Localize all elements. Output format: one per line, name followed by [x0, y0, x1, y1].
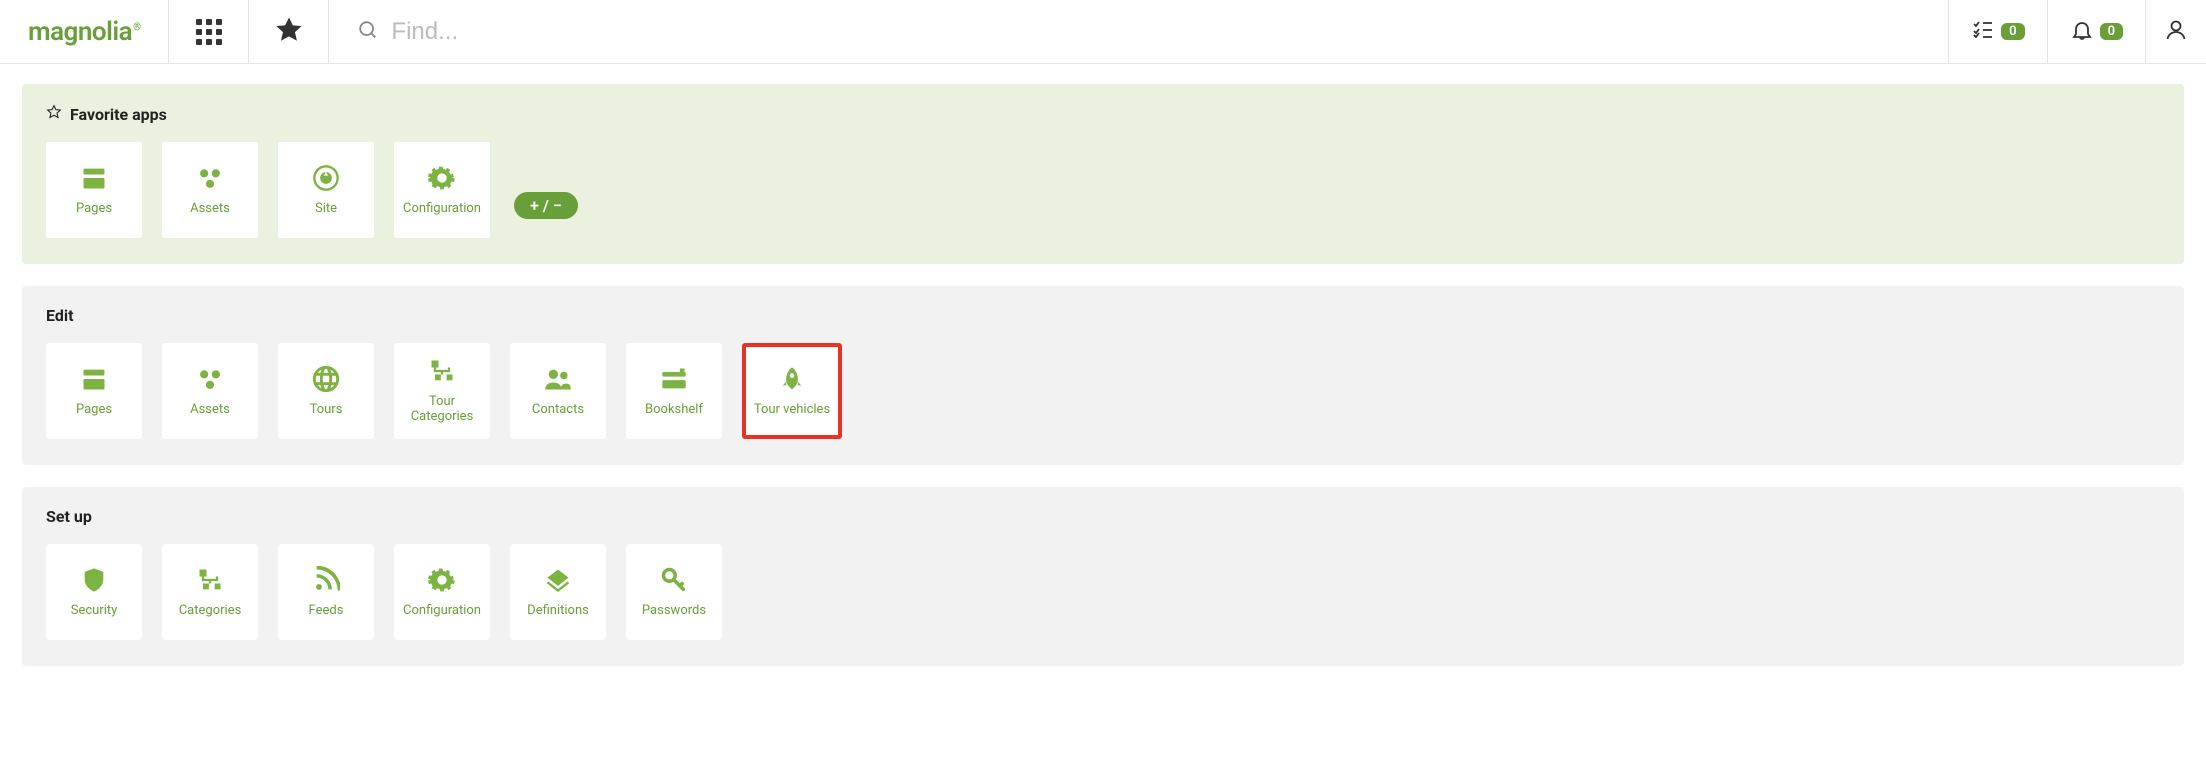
app-tile-label: Tour Categories: [398, 395, 486, 425]
user-button[interactable]: [2145, 0, 2206, 63]
app-header: magnolia® 0 0: [0, 0, 2206, 64]
app-tile-label: Pages: [76, 202, 112, 217]
star-outline-icon: [46, 104, 62, 124]
rss-icon: [312, 566, 340, 594]
pages-icon: [80, 365, 108, 393]
apps-grid-button[interactable]: [168, 0, 248, 63]
edit-section: Edit Pages Assets Tours Tour Categories …: [22, 286, 2184, 465]
app-tile-label: Categories: [179, 604, 242, 619]
app-tile-label: Tour vehicles: [754, 403, 830, 418]
gear-icon: [428, 164, 456, 192]
search-area: [328, 0, 1948, 63]
app-tile-pages[interactable]: Pages: [46, 142, 142, 238]
setup-section: Set up Security Categories Feeds Configu…: [22, 487, 2184, 666]
setup-title: Set up: [46, 507, 92, 526]
app-tile-label: Configuration: [403, 202, 481, 217]
app-tile-tour-categories[interactable]: Tour Categories: [394, 343, 490, 439]
app-launcher: Favorite apps Pages Assets Site Configur…: [0, 64, 2206, 708]
app-tile-label: Tours: [310, 403, 343, 418]
search-input[interactable]: [389, 17, 789, 47]
tasks-icon: [1971, 18, 1995, 46]
categories-icon: [428, 357, 456, 385]
assets-icon: [196, 164, 224, 192]
app-tile-label: Assets: [190, 403, 230, 418]
definitions-icon: [544, 566, 572, 594]
edit-favorites-button[interactable]: + / −: [514, 192, 578, 219]
app-tile-label: Security: [71, 604, 118, 619]
shield-icon: [80, 566, 108, 594]
favorites-tiles: Pages Assets Site Configuration + / −: [46, 142, 2160, 238]
app-tile-security[interactable]: Security: [46, 544, 142, 640]
edit-header: Edit: [46, 306, 2160, 325]
app-tile-label: Contacts: [532, 403, 584, 418]
app-tile-configuration[interactable]: Configuration: [394, 544, 490, 640]
favorites-title: Favorite apps: [70, 105, 167, 124]
header-right: 0 0: [1948, 0, 2206, 63]
app-tile-bookshelf[interactable]: Bookshelf: [626, 343, 722, 439]
categories-icon: [196, 566, 224, 594]
app-tile-label: Pages: [76, 403, 112, 418]
app-tile-contacts[interactable]: Contacts: [510, 343, 606, 439]
setup-tiles: Security Categories Feeds Configuration …: [46, 544, 2160, 640]
search-icon: [357, 19, 389, 45]
app-tile-assets[interactable]: Assets: [162, 142, 258, 238]
tasks-count: 0: [2001, 23, 2024, 40]
app-tile-label: Bookshelf: [645, 403, 703, 418]
app-tile-configuration[interactable]: Configuration: [394, 142, 490, 238]
notifications-button[interactable]: 0: [2047, 0, 2145, 63]
globe-icon: [312, 365, 340, 393]
app-tile-label: Definitions: [527, 604, 589, 619]
tasks-button[interactable]: 0: [1948, 0, 2046, 63]
logo[interactable]: magnolia®: [0, 0, 168, 63]
edit-title: Edit: [46, 306, 74, 325]
app-tile-label: Passwords: [642, 604, 706, 619]
app-tile-passwords[interactable]: Passwords: [626, 544, 722, 640]
app-tile-pages[interactable]: Pages: [46, 343, 142, 439]
favorites-button[interactable]: [248, 0, 328, 63]
favorites-section: Favorite apps Pages Assets Site Configur…: [22, 84, 2184, 264]
app-tile-label: Feeds: [309, 604, 344, 619]
app-tile-site[interactable]: Site: [278, 142, 374, 238]
pages-icon: [80, 164, 108, 192]
app-tile-label: Site: [315, 202, 337, 217]
app-tile-assets[interactable]: Assets: [162, 343, 258, 439]
notifications-count: 0: [2100, 23, 2123, 40]
edit-tiles: Pages Assets Tours Tour Categories Conta…: [46, 343, 2160, 439]
star-icon: [276, 17, 302, 47]
site-icon: [312, 164, 340, 192]
key-icon: [660, 566, 688, 594]
app-tile-tours[interactable]: Tours: [278, 343, 374, 439]
app-tile-label: Assets: [190, 202, 230, 217]
favorites-header: Favorite apps: [46, 104, 2160, 124]
bookshelf-icon: [660, 365, 688, 393]
contacts-icon: [544, 365, 572, 393]
grid-icon: [196, 19, 222, 45]
app-tile-feeds[interactable]: Feeds: [278, 544, 374, 640]
app-tile-label: Configuration: [403, 604, 481, 619]
app-tile-tour-vehicles[interactable]: Tour vehicles: [742, 343, 842, 439]
logo-text: magnolia®: [28, 17, 140, 47]
app-tile-categories[interactable]: Categories: [162, 544, 258, 640]
rocket-icon: [778, 365, 806, 393]
user-icon: [2164, 18, 2188, 46]
app-tile-definitions[interactable]: Definitions: [510, 544, 606, 640]
assets-icon: [196, 365, 224, 393]
setup-header: Set up: [46, 507, 2160, 526]
bell-icon: [2070, 18, 2094, 46]
gear-icon: [428, 566, 456, 594]
